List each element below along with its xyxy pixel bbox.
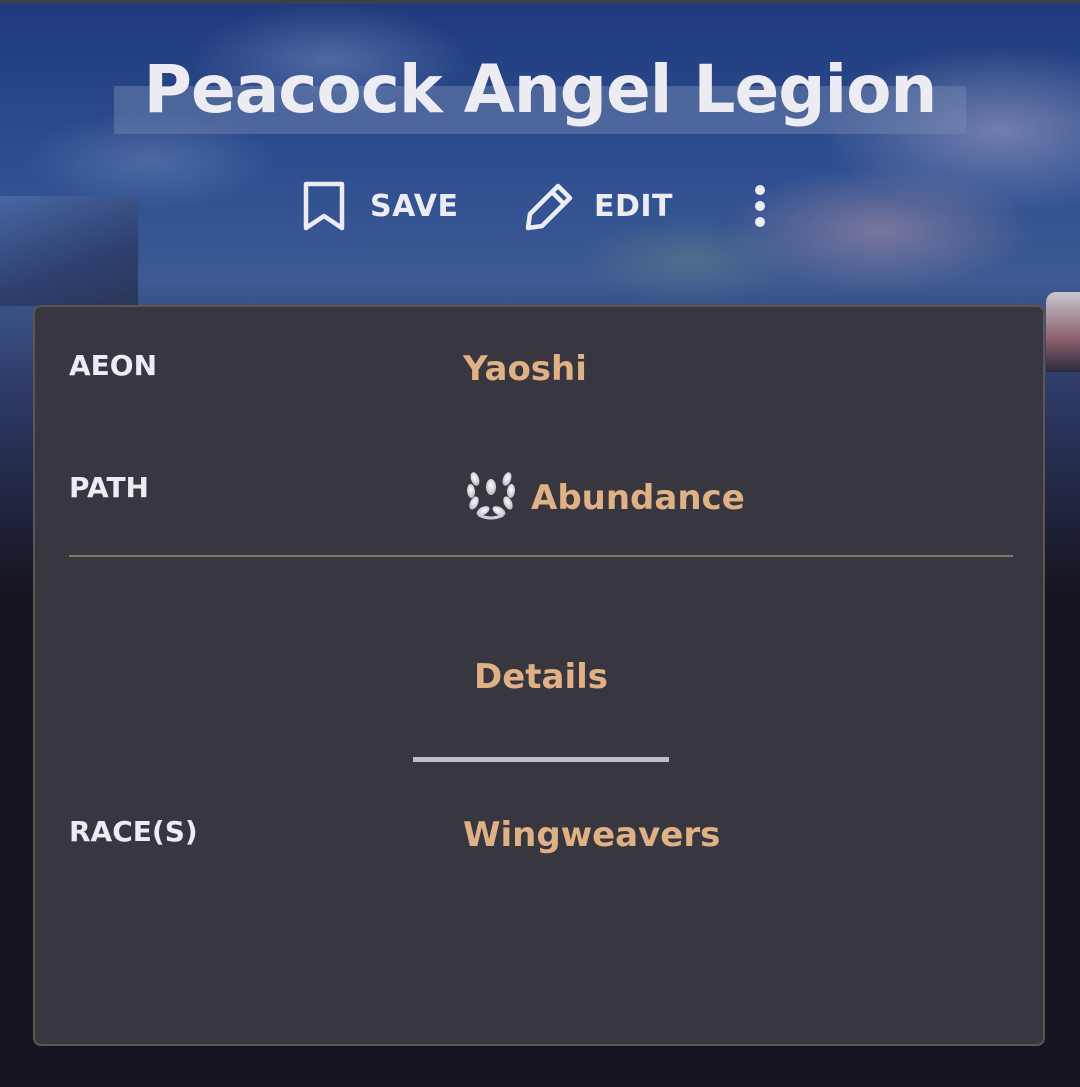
page-title: Peacock Angel Legion	[143, 50, 938, 128]
races-value: Wingweavers	[463, 815, 721, 855]
path-value: Abundance	[531, 477, 745, 518]
pencil-icon	[522, 180, 576, 232]
page: Peacock Angel Legion SAVE EDIT AEON Yaos…	[0, 0, 1080, 1087]
details-tab-underline	[413, 757, 669, 762]
races-value-link[interactable]: Wingweavers	[463, 815, 720, 855]
path-label: PATH	[69, 471, 149, 504]
path-value-link[interactable]: Abundance	[463, 465, 745, 530]
save-label: SAVE	[370, 188, 459, 224]
edit-label: EDIT	[594, 188, 674, 224]
section-divider	[69, 555, 1013, 557]
action-bar: SAVE EDIT	[0, 178, 1080, 234]
top-edge	[0, 0, 1080, 4]
aeon-label: AEON	[69, 349, 158, 382]
races-label: RACE(S)	[69, 815, 198, 848]
aeon-value: Yaoshi	[463, 349, 587, 389]
edit-button[interactable]: EDIT	[522, 178, 673, 234]
bookmark-icon	[300, 180, 348, 232]
title-container: Peacock Angel Legion	[114, 44, 966, 134]
more-vertical-icon	[752, 182, 768, 230]
infobox-card: AEON Yaoshi PATH Abundance Details RACE(…	[33, 305, 1045, 1046]
hero-building-right	[1046, 292, 1080, 372]
tab-details[interactable]: Details	[413, 657, 669, 717]
details-tab-label: Details	[473, 657, 609, 697]
more-options-button[interactable]	[744, 178, 776, 234]
laurel-wreath-icon	[463, 465, 519, 530]
aeon-value-link[interactable]: Yaoshi	[463, 349, 587, 389]
save-button[interactable]: SAVE	[300, 178, 459, 234]
